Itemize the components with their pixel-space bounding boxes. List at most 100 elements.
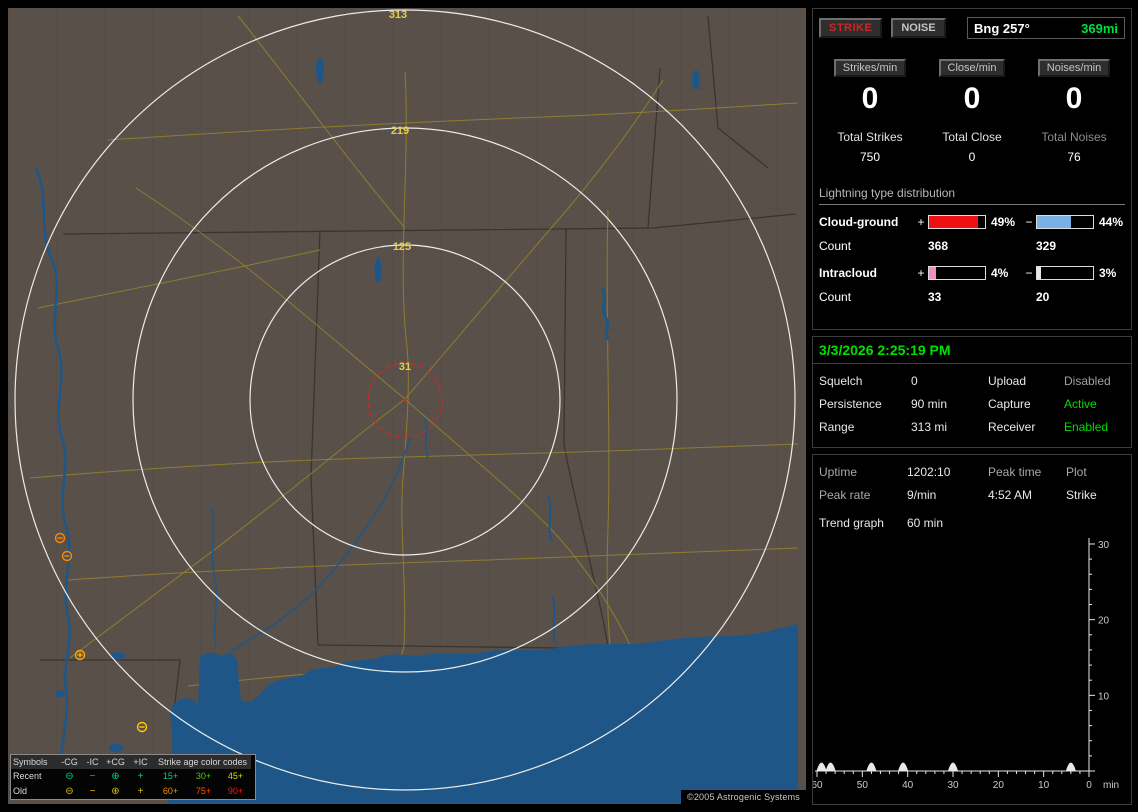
squelch-value: 0 — [911, 374, 918, 388]
lake — [109, 743, 123, 753]
capture-status: Active — [1064, 397, 1097, 411]
noise-mode-button[interactable]: NOISE — [891, 18, 946, 38]
ic-negative-count: 20 — [1036, 290, 1050, 304]
ic-negative-bar — [1036, 266, 1094, 280]
svg-text:60: 60 — [813, 780, 823, 791]
recent-pos-cg-icon: ⊕ — [111, 771, 120, 782]
svg-text:40: 40 — [902, 780, 914, 791]
receiver-label: Receiver — [988, 420, 1036, 434]
persistence-label: Persistence — [819, 397, 882, 411]
ring-label-313: 313 — [389, 9, 407, 21]
cloud-ground-count-row: Count 368 329 — [819, 239, 1125, 253]
noises-per-min-button[interactable]: Noises/min — [1037, 59, 1111, 77]
svg-text:min: min — [1103, 780, 1119, 791]
receiver-status: Enabled — [1064, 420, 1109, 434]
total-strikes-label: Total Strikes — [837, 130, 903, 144]
range-value: 313 mi — [911, 420, 948, 434]
lightning-tracker-app: { "map": { "ring_labels": ["313", "219",… — [0, 0, 1138, 812]
svg-text:10: 10 — [1038, 780, 1050, 791]
copyright-notice: ©2005 Astrogenic Systems — [681, 790, 806, 804]
ic-positive-count: 33 — [928, 290, 942, 304]
svg-text:0: 0 — [1086, 780, 1092, 791]
status-panel: STRIKE NOISE Bng 257° 369mi Strikes/min … — [812, 8, 1132, 805]
close-per-min-button[interactable]: Close/min — [938, 59, 1006, 77]
trend-graph-label: Trend graph — [819, 516, 884, 530]
svg-text:20: 20 — [993, 780, 1005, 791]
svg-text:20: 20 — [1098, 616, 1110, 627]
total-close-value: 0 — [968, 150, 976, 164]
svg-text:50: 50 — [857, 780, 869, 791]
peak-rate-value: 9/min — [907, 488, 937, 502]
ic-positive-bar — [928, 266, 986, 280]
old-neg-ic-icon: − — [89, 786, 96, 797]
age-code-90: 90+ — [227, 786, 244, 796]
lake — [692, 70, 700, 90]
receiver-location-dot — [403, 398, 407, 402]
datetime-display: 3/3/2026 2:25:19 PM — [813, 337, 1131, 364]
counters-section: STRIKE NOISE Bng 257° 369mi Strikes/min … — [812, 8, 1132, 330]
cloud-ground-label: Cloud-ground — [819, 215, 899, 229]
intracloud-row: Intracloud + 4% − 3% — [819, 266, 1125, 280]
recent-neg-cg-icon: ⊖ — [65, 771, 74, 782]
svg-text:30: 30 — [1098, 540, 1110, 551]
close-per-min-column: Close/min 0 Total Close 0 — [921, 59, 1023, 164]
total-strikes-value: 750 — [859, 150, 881, 164]
lake — [55, 690, 65, 698]
trend-graph-header: Trend graph 60 min — [813, 512, 1131, 530]
range-label: Range — [819, 420, 855, 434]
plot-label: Plot — [1066, 465, 1087, 479]
count-label: Count — [819, 239, 852, 253]
strikes-per-min-value: 0 — [861, 82, 879, 115]
legend-col-neg-ic: -IC — [81, 755, 104, 769]
age-code-75: 75+ — [195, 786, 212, 796]
legend-col-neg-cg: -CG — [58, 755, 81, 769]
ic-positive-pct: 4% — [991, 266, 1009, 280]
cg-positive-count: 368 — [928, 239, 949, 253]
noises-per-min-value: 0 — [1065, 82, 1083, 115]
noises-per-min-column: Noises/min 0 Total Noises 76 — [1023, 59, 1125, 164]
age-code-15: 15+ — [162, 771, 179, 781]
bearing-range-value: 369mi — [1081, 20, 1118, 36]
rate-counters: Strikes/min 0 Total Strikes 750 Close/mi… — [819, 59, 1125, 164]
cg-negative-count: 329 — [1036, 239, 1057, 253]
upload-status: Disabled — [1064, 374, 1111, 388]
distribution-title: Lightning type distribution — [819, 186, 1125, 205]
peak-time-value: 4:52 AM — [988, 488, 1033, 502]
svg-text:10: 10 — [1098, 691, 1110, 702]
svg-text:30: 30 — [947, 780, 959, 791]
persistence-value: 90 min — [911, 397, 948, 411]
ring-label-125: 125 — [393, 241, 411, 253]
strike-map: 313 219 125 31 Symbols -CG -IC +CG +IC S… — [8, 8, 806, 804]
age-code-60: 60+ — [162, 786, 179, 796]
uptime-label: Uptime — [819, 465, 858, 479]
ic-positive-bar-fill — [929, 267, 937, 279]
old-pos-cg-icon: ⊕ — [111, 786, 120, 797]
age-code-45: 45+ — [227, 771, 244, 781]
trend-section: Uptime 1202:10 Peak time Plot Peak rate … — [812, 454, 1132, 805]
positive-sign: + — [917, 215, 925, 229]
cg-negative-bar — [1036, 215, 1094, 229]
ring-label-31: 31 — [399, 361, 411, 373]
old-neg-cg-icon: ⊖ — [65, 786, 74, 797]
cg-positive-pct: 49% — [991, 215, 1016, 229]
mode-toolbar: STRIKE NOISE Bng 257° 369mi — [819, 17, 1125, 39]
legend-row-old-label: Old — [13, 786, 28, 796]
ring-label-219: 219 — [391, 125, 409, 137]
settings-table: Squelch 0 Upload Disabled Persistence 90… — [813, 364, 1131, 444]
age-code-30: 30+ — [195, 771, 212, 781]
settings-section: 3/3/2026 2:25:19 PM Squelch 0 Upload Dis… — [812, 336, 1132, 448]
negative-sign: − — [1025, 266, 1033, 280]
upload-label: Upload — [988, 374, 1027, 388]
trend-window-value: 60 min — [907, 516, 944, 530]
lake — [316, 57, 324, 83]
peak-rate-label: Peak rate — [819, 488, 871, 502]
capture-label: Capture — [988, 397, 1031, 411]
negative-sign: − — [1025, 215, 1033, 229]
legend-age-title: Strike age color codes — [154, 755, 251, 769]
strikes-per-min-column: Strikes/min 0 Total Strikes 750 — [819, 59, 921, 164]
recent-neg-ic-icon: − — [89, 771, 96, 782]
map-canvas: 313 219 125 31 — [8, 8, 806, 804]
bearing-value: Bng 257° — [974, 20, 1030, 36]
strikes-per-min-button[interactable]: Strikes/min — [833, 59, 907, 77]
strike-mode-button[interactable]: STRIKE — [819, 18, 883, 38]
